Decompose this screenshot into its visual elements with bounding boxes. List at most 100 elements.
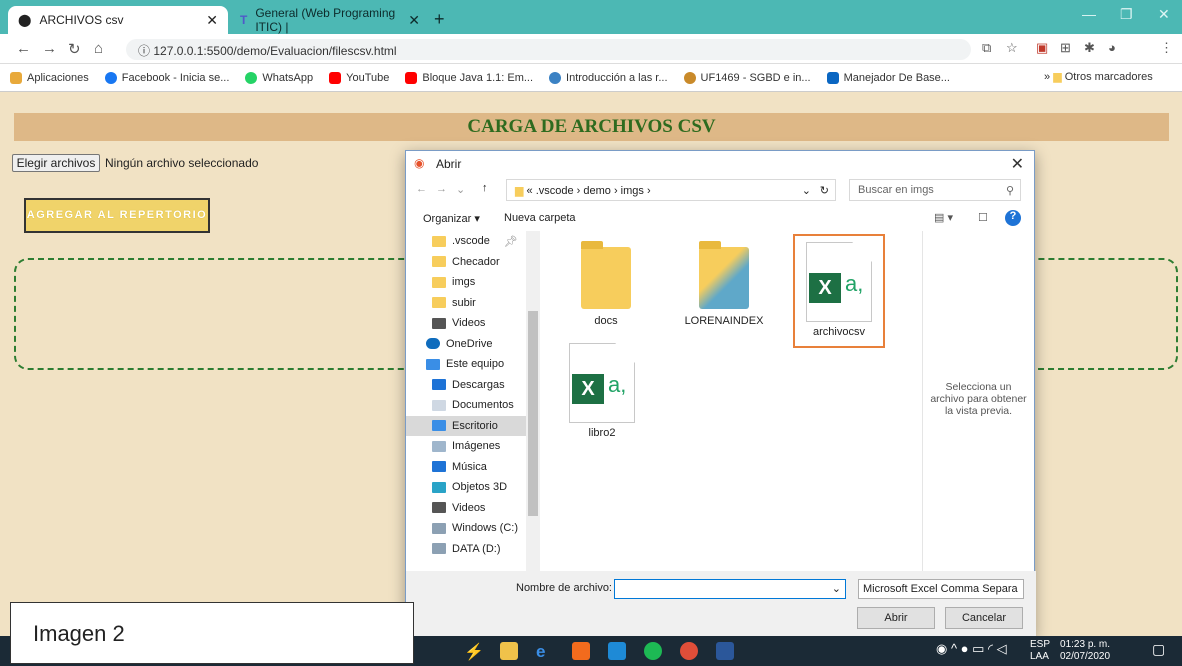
nav-item[interactable]: OneDrive	[406, 334, 540, 355]
other-bookmarks[interactable]: » ▆ Otros marcadores	[1044, 70, 1153, 83]
open-button[interactable]: Abrir	[857, 607, 935, 629]
folder-icon: ▆	[1053, 71, 1065, 83]
edge-icon[interactable]: e	[536, 642, 554, 661]
file-item[interactable]: Xa, libro2	[552, 343, 652, 439]
explorer-icon[interactable]	[500, 642, 518, 660]
spotify-icon[interactable]	[644, 642, 662, 660]
overflow-icon[interactable]: »	[1044, 71, 1053, 83]
chevron-down-icon[interactable]: ⌄	[832, 582, 841, 595]
nav-item[interactable]: Imágenes	[406, 436, 540, 457]
search-input[interactable]: Buscar en imgs ⚲	[849, 179, 1021, 201]
tab-title: ARCHIVOS csv	[39, 13, 124, 27]
back-icon[interactable]: ←	[16, 40, 31, 57]
open-file-dialog: ◉ Abrir ✕ ← → ⌄ ↑ ▆ « .vscode › demo › i…	[405, 150, 1036, 638]
star-icon[interactable]: ☆	[1006, 40, 1018, 56]
new-tab-icon[interactable]: +	[434, 9, 445, 30]
translate-icon[interactable]: ⧉	[982, 40, 991, 56]
forward-icon[interactable]: →	[42, 40, 57, 57]
nav-item[interactable]: Windows (C:)	[406, 518, 540, 539]
sublime-icon[interactable]	[572, 642, 590, 660]
scrollbar-thumb[interactable]	[528, 311, 538, 516]
new-folder-button[interactable]: Nueva carpeta	[504, 212, 576, 224]
nav-item[interactable]: .vscode 📌︎	[406, 231, 540, 252]
up-icon[interactable]: ↑	[482, 182, 488, 194]
pdf-icon[interactable]: ⊞	[1060, 40, 1071, 56]
url-field[interactable]: ⓘ 127.0.0.1:5500/demo/Evaluacion/filescs…	[126, 39, 971, 60]
nav-item[interactable]: subir	[406, 293, 540, 314]
breadcrumb[interactable]: ▆ « .vscode › demo › imgs › ⌄ ↻	[506, 179, 836, 201]
nav-item[interactable]: Música	[406, 457, 540, 478]
extensions-icon[interactable]: ✱	[1084, 40, 1095, 56]
view-icon[interactable]: ▤ ▾	[934, 211, 953, 224]
page-title: CARGA DE ARCHIVOS CSV	[14, 113, 1169, 141]
bookmark-item[interactable]: Facebook - Inicia se...	[104, 71, 229, 84]
forward-icon[interactable]: →	[436, 183, 447, 195]
nav-item[interactable]: Escritorio	[406, 415, 540, 436]
tab-general[interactable]: T General (Web Programing ITIC) | ✕	[230, 6, 430, 34]
nav-item[interactable]: Videos	[406, 313, 540, 334]
close-tab-icon[interactable]: ✕	[408, 12, 420, 29]
nav-item[interactable]: Documentos	[406, 395, 540, 416]
menu-icon[interactable]: ⋮	[1160, 40, 1173, 56]
organize-button[interactable]: Organizar ▾	[423, 212, 480, 225]
nav-item[interactable]: Checador	[406, 252, 540, 273]
profile-icon[interactable]: ◕	[1108, 40, 1116, 55]
language-indicator[interactable]: ESP LAA	[1030, 639, 1050, 663]
help-icon[interactable]: ?	[1005, 210, 1021, 226]
image-icon	[432, 440, 446, 452]
vscode-icon[interactable]	[608, 642, 626, 660]
close-window-icon[interactable]: ✕	[1158, 6, 1170, 23]
tab-archivos-csv[interactable]: ⬤ ARCHIVOS csv ✕	[8, 6, 228, 34]
tray-icons[interactable]: ◉ ^ ● ▭ ◜ ◁	[936, 641, 1007, 657]
close-icon[interactable]: ✕	[1011, 154, 1024, 174]
reload-icon[interactable]: ↻	[68, 40, 81, 58]
excel-icon: Xa,	[806, 242, 872, 322]
bookmark-item[interactable]: Bloque Java 1.1: Em...	[405, 71, 533, 84]
cancel-button[interactable]: Cancelar	[945, 607, 1023, 629]
bookmark-item[interactable]: Introducción a las r...	[549, 71, 668, 84]
nav-item[interactable]: Este equipo	[406, 354, 540, 375]
globe-icon: ⬤	[18, 13, 32, 27]
file-type-select[interactable]: Microsoft Excel Comma Separa	[858, 579, 1024, 599]
pocket-icon[interactable]: ▣	[1036, 40, 1048, 56]
drive-icon	[432, 522, 446, 534]
facebook-icon	[104, 71, 117, 84]
nav-item[interactable]: imgs	[406, 272, 540, 293]
file-name-input[interactable]: ⌄	[614, 579, 846, 599]
notification-icon[interactable]: ▢	[1152, 641, 1165, 658]
back-icon[interactable]: ←	[416, 183, 427, 195]
nav-item[interactable]: Objetos 3D	[406, 477, 540, 498]
download-icon	[432, 379, 446, 391]
music-icon	[432, 461, 446, 473]
nav-item[interactable]: DATA (D:)	[406, 539, 540, 560]
nav-item[interactable]: Descargas	[406, 375, 540, 396]
bookmark-item[interactable]: UF1469 - SGBD e in...	[683, 71, 811, 84]
pin-icon: 📌︎	[503, 235, 518, 248]
refresh-icon[interactable]: ↻	[820, 184, 829, 197]
file-item[interactable]: Xa, archivocsv	[793, 234, 885, 348]
word-icon[interactable]	[716, 642, 734, 660]
preview-pane-icon[interactable]: ☐	[978, 211, 988, 224]
file-item[interactable]: LORENAINDEX	[674, 241, 774, 327]
folder-icon	[581, 241, 631, 309]
cortana-icon[interactable]: ⚡	[464, 642, 484, 661]
bookmark-item[interactable]: YouTube	[329, 71, 389, 84]
bookmark-item[interactable]: Aplicaciones	[10, 71, 89, 84]
nav-item[interactable]: Videos	[406, 498, 540, 519]
navigation-pane: .vscode 📌︎ Checador imgs subir Videos One…	[406, 231, 540, 571]
choose-files-button[interactable]: Elegir archivos	[12, 154, 100, 172]
minimize-icon[interactable]: —	[1082, 6, 1096, 22]
nav-scrollbar[interactable]	[526, 231, 540, 573]
chrome-icon[interactable]	[680, 642, 698, 660]
file-item[interactable]: docs	[556, 241, 656, 327]
chevron-down-icon[interactable]: ⌄	[802, 184, 811, 197]
chevron-down-icon[interactable]: ⌄	[456, 183, 465, 196]
bookmark-item[interactable]: Manejador De Base...	[826, 71, 950, 84]
bookmark-item[interactable]: WhatsApp	[245, 71, 313, 84]
chrome-icon: ◉	[414, 156, 425, 170]
clock[interactable]: 01:23 p. m. 02/07/2020	[1060, 639, 1110, 663]
restore-icon[interactable]: ❐	[1120, 6, 1133, 23]
close-tab-icon[interactable]: ✕	[206, 12, 218, 29]
home-icon[interactable]: ⌂	[94, 40, 103, 57]
add-to-repertoire-button[interactable]: AGREGAR AL REPERTORIO	[24, 198, 210, 233]
